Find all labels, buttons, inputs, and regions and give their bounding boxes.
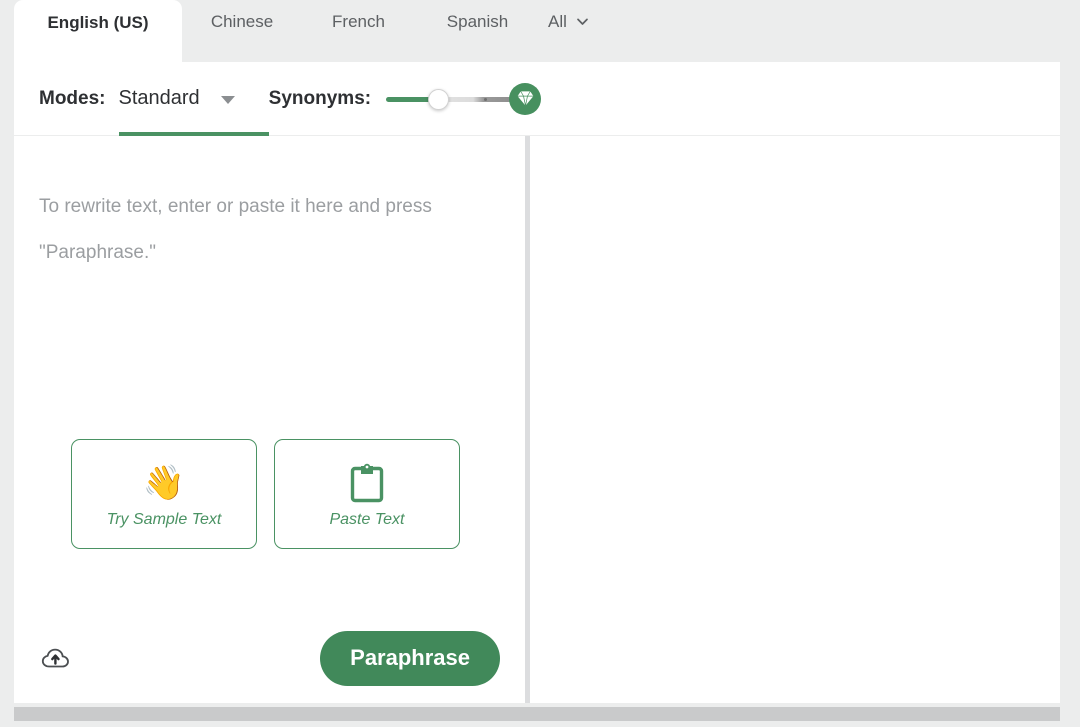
horizontal-scrollbar[interactable] bbox=[14, 707, 1060, 721]
cloud-upload-icon[interactable] bbox=[39, 643, 73, 673]
try-sample-text-button[interactable]: 👋 Try Sample Text bbox=[71, 439, 257, 549]
output-pane[interactable] bbox=[530, 136, 1060, 703]
slider-track-remaining bbox=[438, 97, 516, 102]
tab-label: All bbox=[548, 12, 567, 32]
editor-panes: To rewrite text, enter or paste it here … bbox=[14, 136, 1060, 703]
synonyms-slider[interactable] bbox=[386, 84, 546, 114]
paraphrase-button[interactable]: Paraphrase bbox=[320, 631, 500, 686]
quick-action-label: Paste Text bbox=[329, 511, 404, 529]
input-footer: Paraphrase bbox=[14, 613, 525, 703]
paraphrase-input-placeholder[interactable]: To rewrite text, enter or paste it here … bbox=[39, 184, 469, 276]
tab-label: English (US) bbox=[47, 13, 148, 33]
chevron-down-icon bbox=[576, 15, 589, 28]
modes-dropdown[interactable]: Standard bbox=[119, 62, 235, 136]
slider-thumb[interactable] bbox=[428, 89, 449, 110]
tab-english-us[interactable]: English (US) bbox=[14, 0, 182, 62]
waving-hand-icon: 👋 bbox=[143, 459, 185, 507]
clipboard-icon bbox=[350, 459, 384, 507]
modes-active-underline bbox=[119, 132, 269, 136]
tab-label: French bbox=[332, 12, 385, 32]
modes-label: Modes: bbox=[39, 88, 106, 110]
synonyms-label: Synonyms: bbox=[269, 88, 371, 110]
paraphraser-card: Modes: Standard Synonyms: To rewrite tex… bbox=[14, 62, 1060, 703]
tab-label: Spanish bbox=[447, 12, 508, 32]
tab-french[interactable]: French bbox=[302, 0, 415, 62]
tab-spanish[interactable]: Spanish bbox=[415, 0, 540, 62]
caret-down-icon bbox=[221, 96, 235, 104]
tab-label: Chinese bbox=[211, 12, 273, 32]
slider-tick-mark bbox=[484, 98, 487, 101]
input-pane[interactable]: To rewrite text, enter or paste it here … bbox=[14, 136, 525, 703]
tab-chinese[interactable]: Chinese bbox=[182, 0, 302, 62]
language-tab-bar: English (US) Chinese French Spanish All bbox=[0, 0, 1080, 62]
tab-all-languages[interactable]: All bbox=[540, 0, 624, 62]
quick-action-label: Try Sample Text bbox=[107, 511, 222, 529]
quick-action-buttons: 👋 Try Sample Text Paste Te bbox=[71, 439, 460, 549]
paste-text-button[interactable]: Paste Text bbox=[274, 439, 460, 549]
diamond-icon[interactable] bbox=[509, 83, 541, 115]
waving-hand-glyph: 👋 bbox=[143, 466, 185, 500]
modes-selected-value: Standard bbox=[119, 87, 200, 110]
options-toolbar: Modes: Standard Synonyms: bbox=[14, 62, 1060, 136]
